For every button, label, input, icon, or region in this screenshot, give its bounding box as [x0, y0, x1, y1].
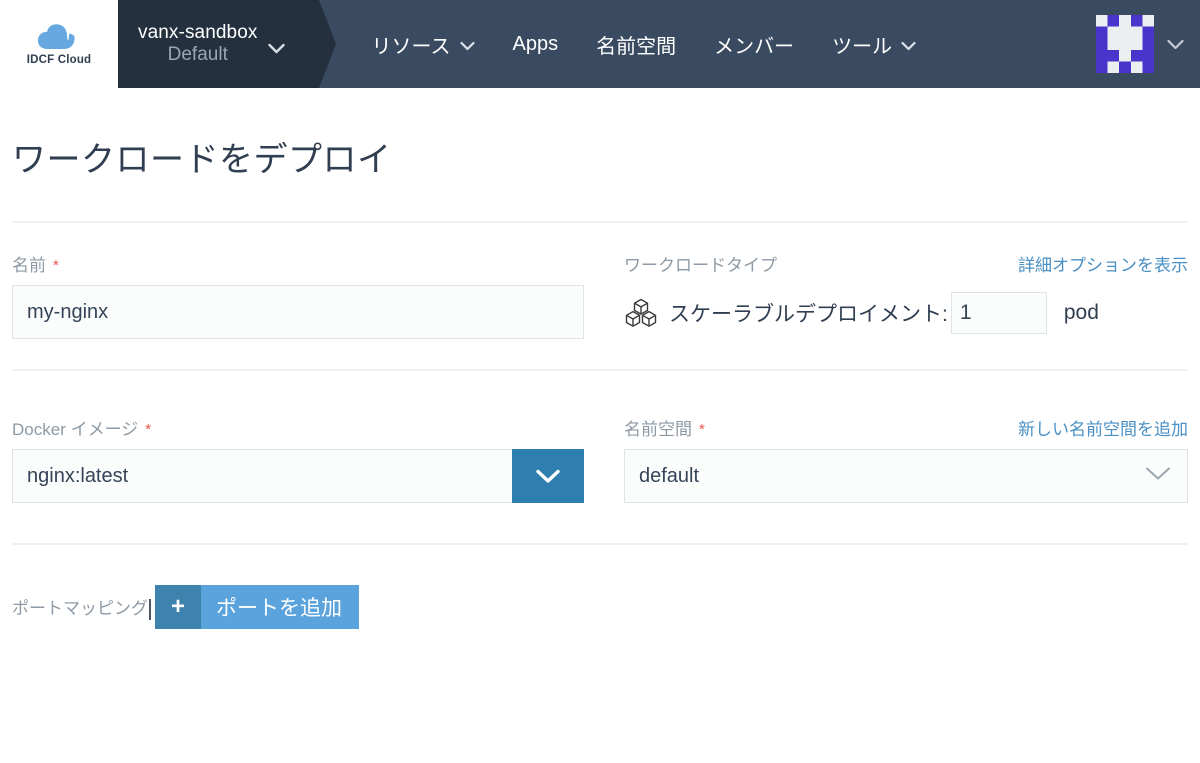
- chevron-down-icon: [536, 469, 560, 483]
- add-port-button[interactable]: + ポートを追加: [154, 585, 359, 629]
- identicon-avatar: [1096, 15, 1154, 73]
- cloud-icon: [37, 24, 75, 49]
- nav-bar: vanx-sandbox Default リソース Apps 名前空間 メンバー: [118, 0, 1200, 88]
- brand-logo-text: IDCF Cloud: [26, 54, 92, 66]
- namespace-label-row: 名前空間 * 新しい名前空間を追加: [624, 415, 1188, 440]
- name-field-label: 名前 *: [12, 251, 584, 276]
- nav-item-label: ツール: [832, 35, 893, 58]
- chevron-down-icon: [1167, 36, 1184, 53]
- section-basic-info: 名前 * ワークロードタイプ 詳細オプションを表示: [12, 223, 1188, 369]
- top-navigation-bar: IDCF Cloud vanx-sandbox Default リソース App…: [0, 0, 1200, 88]
- project-name: vanx-sandbox: [138, 21, 258, 43]
- chevron-down-icon: [1145, 466, 1171, 486]
- account-area: [1096, 0, 1200, 88]
- workload-type-group: ワークロードタイプ 詳細オプションを表示 スケーラブルデプロイメント: 1 po…: [624, 251, 1188, 339]
- add-port-button-label: ポートを追加: [200, 585, 359, 629]
- required-marker: *: [699, 421, 705, 438]
- docker-image-combobox: [12, 449, 584, 503]
- docker-image-input[interactable]: [12, 449, 512, 503]
- nav-item-members[interactable]: メンバー: [695, 0, 813, 88]
- namespace-selected-value: default: [639, 464, 700, 487]
- name-input[interactable]: [12, 285, 584, 339]
- section-port-mapping: ポートマッピング + ポートを追加: [12, 545, 1188, 629]
- nav-item-tools[interactable]: ツール: [813, 0, 935, 88]
- chevron-down-icon: [901, 39, 916, 54]
- namespace-group: 名前空間 * 新しい名前空間を追加 default: [624, 415, 1188, 503]
- replica-unit-label: pod: [1063, 301, 1099, 324]
- docker-image-label: Docker イメージ *: [12, 415, 584, 440]
- project-environment: Default: [167, 44, 228, 65]
- workload-type-label-row: ワークロードタイプ 詳細オプションを表示: [624, 251, 1188, 276]
- brand-logo[interactable]: IDCF Cloud: [0, 0, 118, 88]
- project-selector[interactable]: vanx-sandbox Default: [118, 0, 319, 88]
- page-title: ワークロードをデプロイ: [12, 141, 392, 179]
- nav-item-label: Apps: [512, 32, 559, 55]
- namespace-label: 名前空間 *: [624, 415, 705, 440]
- account-menu-button[interactable]: [1096, 15, 1184, 73]
- nav-item-label: 名前空間: [596, 35, 677, 58]
- workload-type-value: スケーラブルデプロイメント:: [669, 303, 948, 326]
- nav-item-namespaces[interactable]: 名前空間: [577, 0, 695, 88]
- required-marker: *: [53, 257, 59, 274]
- chevron-down-icon: [267, 40, 285, 57]
- add-namespace-link[interactable]: 新しい名前空間を追加: [1018, 415, 1188, 440]
- nav-item-label: メンバー: [714, 35, 795, 58]
- name-label-text: 名前: [12, 256, 46, 275]
- required-marker: *: [145, 421, 152, 438]
- workload-type-label: ワークロードタイプ: [624, 256, 777, 275]
- nav-item-resources[interactable]: リソース: [353, 0, 494, 88]
- nav-item-apps[interactable]: Apps: [494, 0, 578, 88]
- namespace-label-text: 名前空間: [624, 420, 692, 439]
- nav-item-label: リソース: [371, 35, 451, 58]
- section-image-namespace: Docker イメージ * 名前空間 * 新しい名前空間を追加: [12, 371, 1188, 543]
- nav-menu: リソース Apps 名前空間 メンバー ツール: [353, 0, 936, 88]
- plus-icon: +: [154, 585, 201, 629]
- show-advanced-options-link[interactable]: 詳細オプションを表示: [1018, 251, 1188, 276]
- page-body: ワークロードをデプロイ 名前 * ワークロードタイプ 詳細オプションを表示: [0, 132, 1200, 629]
- docker-image-group: Docker イメージ *: [12, 415, 624, 503]
- docker-image-label-text: Docker イメージ: [12, 420, 139, 439]
- text-cursor: [149, 599, 151, 620]
- port-mapping-label-text: ポートマッピング: [12, 599, 148, 618]
- chevron-down-icon: [459, 39, 475, 54]
- port-mapping-label: ポートマッピング: [12, 594, 151, 620]
- replica-count-input[interactable]: [950, 292, 1047, 334]
- cubes-icon: [625, 298, 657, 327]
- name-field-group: 名前 *: [12, 251, 624, 339]
- workload-type-row: スケーラブルデプロイメント: pod: [624, 292, 1188, 334]
- docker-image-dropdown-button[interactable]: [512, 449, 584, 503]
- namespace-select[interactable]: default: [624, 449, 1188, 503]
